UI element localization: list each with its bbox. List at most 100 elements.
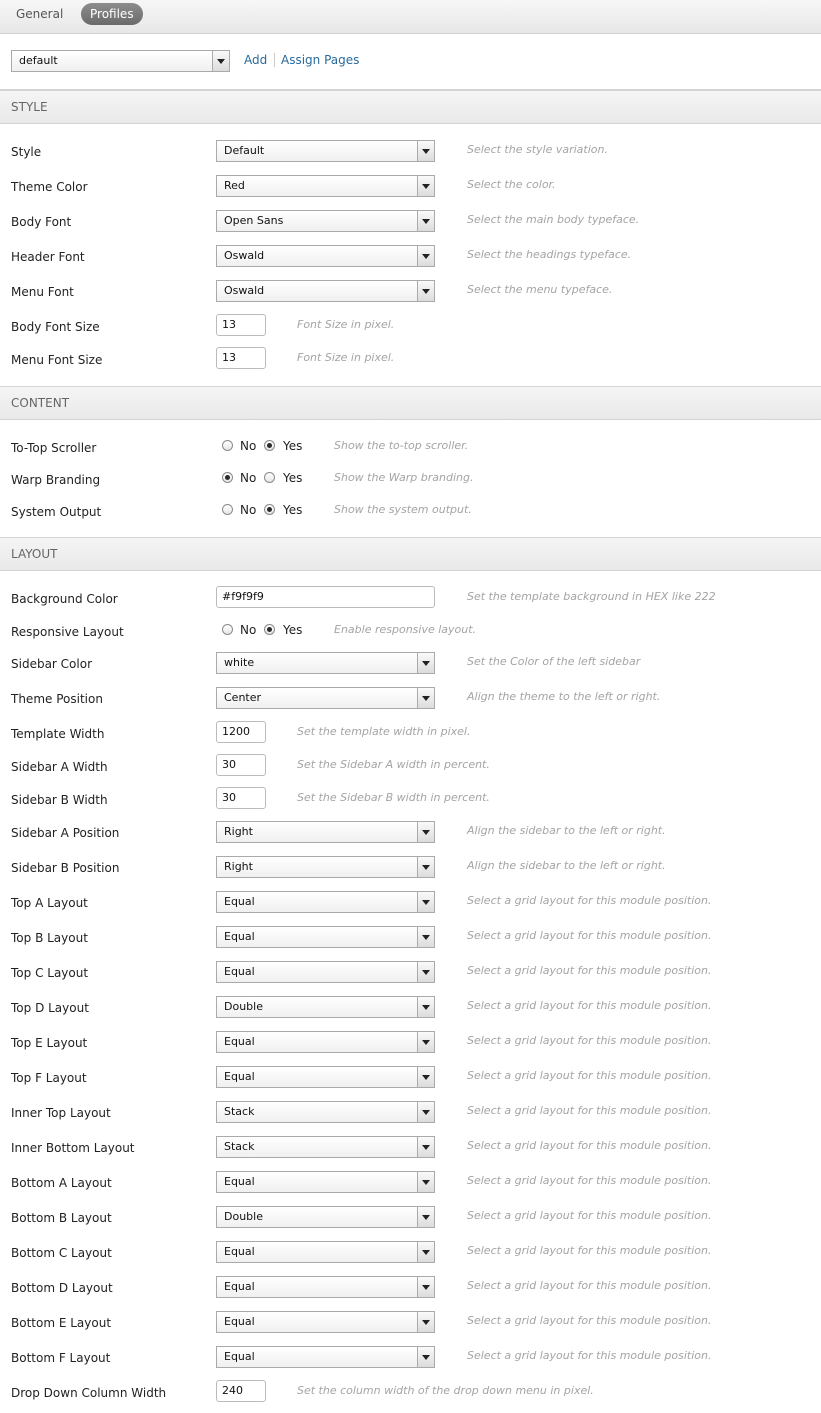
chevron-down-icon	[417, 1102, 434, 1122]
dropdown-width-input[interactable]: 240	[216, 1380, 266, 1402]
template-width-hint: Set the template width in pixel.	[297, 725, 471, 738]
inner-bottom-layout-select[interactable]: Stack	[216, 1136, 435, 1158]
style-select[interactable]: Default	[216, 140, 435, 162]
dropdown-width-label: Drop Down Column Width	[11, 1386, 167, 1400]
bottom-f-layout-value: Equal	[224, 1350, 255, 1363]
bottom-d-layout-select[interactable]: Equal	[216, 1276, 435, 1298]
section-header-style: STYLE	[0, 90, 821, 124]
inner-bottom-layout-hint: Select a grid layout for this module pos…	[467, 1139, 712, 1152]
template-width-input[interactable]: 1200	[216, 721, 266, 743]
bottom-b-layout-label: Bottom B Layout	[11, 1211, 112, 1225]
top-tab-bar: General Profiles	[0, 0, 821, 34]
system-output-label: System Output	[11, 505, 102, 519]
top-a-layout-hint: Select a grid layout for this module pos…	[467, 894, 712, 907]
menu-font-label: Menu Font	[11, 285, 74, 299]
sidebar-a-position-hint: Align the sidebar to the left or right.	[467, 824, 666, 837]
theme-position-hint: Align the theme to the left or right.	[467, 690, 661, 703]
system-output-yes-radio[interactable]	[264, 504, 275, 515]
profile-select-value: default	[19, 54, 58, 67]
body-font-select[interactable]: Open Sans	[216, 210, 435, 232]
bottom-a-layout-label: Bottom A Layout	[11, 1176, 112, 1190]
top-f-layout-hint: Select a grid layout for this module pos…	[467, 1069, 712, 1082]
bottom-a-layout-select[interactable]: Equal	[216, 1171, 435, 1193]
bottom-b-layout-select[interactable]: Double	[216, 1206, 435, 1228]
background-color-input[interactable]: #f9f9f9	[216, 586, 435, 608]
top-e-layout-label: Top E Layout	[11, 1036, 88, 1050]
profile-select[interactable]: default	[11, 50, 230, 72]
to-top-no-radio[interactable]	[222, 440, 233, 451]
top-f-layout-label: Top F Layout	[11, 1071, 87, 1085]
top-b-layout-select[interactable]: Equal	[216, 926, 435, 948]
bottom-e-layout-select[interactable]: Equal	[216, 1311, 435, 1333]
sidebar-a-width-input[interactable]: 30	[216, 754, 266, 776]
chevron-down-icon	[417, 857, 434, 877]
sidebar-a-width-label: Sidebar A Width	[11, 760, 108, 774]
sidebar-b-position-select[interactable]: Right	[216, 856, 435, 878]
chevron-down-icon	[417, 1277, 434, 1297]
system-output-no-label: No	[240, 503, 257, 517]
top-a-layout-select[interactable]: Equal	[216, 891, 435, 913]
assign-pages-link[interactable]: Assign Pages	[281, 53, 359, 67]
system-output-hint: Show the system output.	[334, 503, 472, 516]
warp-branding-no-label: No	[240, 471, 257, 485]
top-f-layout-select[interactable]: Equal	[216, 1066, 435, 1088]
top-e-layout-select[interactable]: Equal	[216, 1031, 435, 1053]
bottom-c-layout-value: Equal	[224, 1245, 255, 1258]
style-select-value: Default	[224, 144, 265, 157]
top-c-layout-select[interactable]: Equal	[216, 961, 435, 983]
chevron-down-icon	[417, 141, 434, 161]
bottom-d-layout-value: Equal	[224, 1280, 255, 1293]
body-font-size-input[interactable]: 13	[216, 314, 266, 336]
bottom-f-layout-select[interactable]: Equal	[216, 1346, 435, 1368]
background-color-label: Background Color	[11, 592, 118, 606]
chevron-down-icon	[417, 688, 434, 708]
tab-general[interactable]: General	[7, 3, 72, 25]
menu-font-select-value: Oswald	[224, 284, 265, 297]
responsive-layout-label: Responsive Layout	[11, 625, 124, 639]
link-divider	[274, 53, 275, 67]
warp-branding-yes-radio[interactable]	[264, 472, 275, 483]
inner-top-layout-hint: Select a grid layout for this module pos…	[467, 1104, 712, 1117]
chevron-down-icon	[417, 246, 434, 266]
header-font-select[interactable]: Oswald	[216, 245, 435, 267]
tab-profiles[interactable]: Profiles	[81, 3, 143, 25]
top-d-layout-select[interactable]: Double	[216, 996, 435, 1018]
responsive-yes-radio[interactable]	[264, 624, 275, 635]
responsive-no-radio[interactable]	[222, 624, 233, 635]
theme-color-hint: Select the color.	[467, 178, 556, 191]
sidebar-color-select[interactable]: white	[216, 652, 435, 674]
to-top-yes-radio[interactable]	[264, 440, 275, 451]
chevron-down-icon	[417, 1347, 434, 1367]
theme-color-label: Theme Color	[11, 180, 88, 194]
warp-branding-no-radio[interactable]	[222, 472, 233, 483]
theme-color-select[interactable]: Red	[216, 175, 435, 197]
body-font-size-hint: Font Size in pixel.	[297, 318, 395, 331]
chevron-down-icon	[417, 281, 434, 301]
top-d-layout-label: Top D Layout	[11, 1001, 89, 1015]
bottom-f-layout-hint: Select a grid layout for this module pos…	[467, 1349, 712, 1362]
warp-branding-yes-label: Yes	[283, 471, 303, 485]
sidebar-a-position-select[interactable]: Right	[216, 821, 435, 843]
bottom-b-layout-hint: Select a grid layout for this module pos…	[467, 1209, 712, 1222]
header-font-hint: Select the headings typeface.	[467, 248, 632, 261]
menu-font-size-input[interactable]: 13	[216, 347, 266, 369]
bottom-c-layout-select[interactable]: Equal	[216, 1241, 435, 1263]
bottom-c-layout-label: Bottom C Layout	[11, 1246, 112, 1260]
sidebar-a-position-label: Sidebar A Position	[11, 826, 120, 840]
section-header-layout: LAYOUT	[0, 537, 821, 571]
chevron-down-icon	[417, 1172, 434, 1192]
inner-top-layout-select[interactable]: Stack	[216, 1101, 435, 1123]
top-f-layout-value: Equal	[224, 1070, 255, 1083]
sidebar-b-width-input[interactable]: 30	[216, 787, 266, 809]
system-output-no-radio[interactable]	[222, 504, 233, 515]
add-profile-link[interactable]: Add	[244, 53, 267, 67]
top-c-layout-label: Top C Layout	[11, 966, 89, 980]
theme-position-select[interactable]: Center	[216, 687, 435, 709]
sidebar-a-position-select-value: Right	[224, 825, 253, 838]
bottom-f-layout-label: Bottom F Layout	[11, 1351, 111, 1365]
top-b-layout-value: Equal	[224, 930, 255, 943]
menu-font-select[interactable]: Oswald	[216, 280, 435, 302]
sidebar-a-width-hint: Set the Sidebar A width in percent.	[297, 758, 490, 771]
chevron-down-icon	[417, 1137, 434, 1157]
warp-branding-label: Warp Branding	[11, 473, 101, 487]
